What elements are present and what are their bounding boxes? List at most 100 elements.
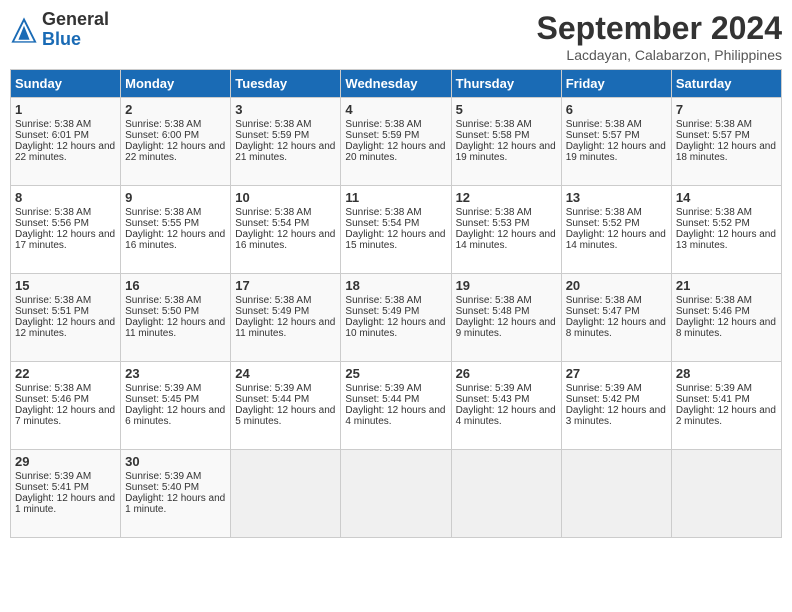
page-header: General Blue September 2024 Lacdayan, Ca… <box>10 10 782 63</box>
daylight-text: Daylight: 12 hours and 3 minutes. <box>566 405 666 427</box>
day-number: 4 <box>345 102 446 117</box>
daylight-text: Daylight: 12 hours and 22 minutes. <box>15 141 115 163</box>
day-number: 26 <box>456 366 557 381</box>
calendar-table: SundayMondayTuesdayWednesdayThursdayFrid… <box>10 69 782 538</box>
calendar-cell: 16Sunrise: 5:38 AMSunset: 5:50 PMDayligh… <box>121 274 231 362</box>
daylight-text: Daylight: 12 hours and 11 minutes. <box>235 317 335 339</box>
day-number: 16 <box>125 278 226 293</box>
sunset-text: Sunset: 5:54 PM <box>235 218 309 229</box>
day-number: 7 <box>676 102 777 117</box>
day-number: 10 <box>235 190 336 205</box>
sunrise-text: Sunrise: 5:39 AM <box>345 383 421 394</box>
daylight-text: Daylight: 12 hours and 1 minute. <box>125 493 225 515</box>
daylight-text: Daylight: 12 hours and 15 minutes. <box>345 229 445 251</box>
day-number: 19 <box>456 278 557 293</box>
calendar-cell: 5Sunrise: 5:38 AMSunset: 5:58 PMDaylight… <box>451 98 561 186</box>
col-header-monday: Monday <box>121 70 231 98</box>
calendar-cell: 20Sunrise: 5:38 AMSunset: 5:47 PMDayligh… <box>561 274 671 362</box>
calendar-cell: 19Sunrise: 5:38 AMSunset: 5:48 PMDayligh… <box>451 274 561 362</box>
sunrise-text: Sunrise: 5:38 AM <box>15 295 91 306</box>
week-row-3: 15Sunrise: 5:38 AMSunset: 5:51 PMDayligh… <box>11 274 782 362</box>
daylight-text: Daylight: 12 hours and 16 minutes. <box>235 229 335 251</box>
calendar-cell <box>451 450 561 538</box>
day-number: 5 <box>456 102 557 117</box>
sunset-text: Sunset: 5:49 PM <box>235 306 309 317</box>
calendar-cell: 11Sunrise: 5:38 AMSunset: 5:54 PMDayligh… <box>341 186 451 274</box>
day-number: 25 <box>345 366 446 381</box>
month-title: September 2024 <box>537 10 782 47</box>
day-number: 13 <box>566 190 667 205</box>
day-number: 3 <box>235 102 336 117</box>
sunrise-text: Sunrise: 5:38 AM <box>15 207 91 218</box>
daylight-text: Daylight: 12 hours and 14 minutes. <box>566 229 666 251</box>
calendar-cell: 17Sunrise: 5:38 AMSunset: 5:49 PMDayligh… <box>231 274 341 362</box>
calendar-cell: 21Sunrise: 5:38 AMSunset: 5:46 PMDayligh… <box>671 274 781 362</box>
sunset-text: Sunset: 5:40 PM <box>125 482 199 493</box>
col-header-saturday: Saturday <box>671 70 781 98</box>
sunset-text: Sunset: 6:01 PM <box>15 130 89 141</box>
calendar-cell: 8Sunrise: 5:38 AMSunset: 5:56 PMDaylight… <box>11 186 121 274</box>
calendar-cell: 7Sunrise: 5:38 AMSunset: 5:57 PMDaylight… <box>671 98 781 186</box>
sunrise-text: Sunrise: 5:39 AM <box>235 383 311 394</box>
calendar-cell: 18Sunrise: 5:38 AMSunset: 5:49 PMDayligh… <box>341 274 451 362</box>
sunset-text: Sunset: 5:52 PM <box>566 218 640 229</box>
sunrise-text: Sunrise: 5:38 AM <box>15 119 91 130</box>
sunrise-text: Sunrise: 5:38 AM <box>235 295 311 306</box>
sunrise-text: Sunrise: 5:38 AM <box>676 207 752 218</box>
daylight-text: Daylight: 12 hours and 7 minutes. <box>15 405 115 427</box>
sunrise-text: Sunrise: 5:38 AM <box>235 119 311 130</box>
sunset-text: Sunset: 5:49 PM <box>345 306 419 317</box>
sunset-text: Sunset: 5:50 PM <box>125 306 199 317</box>
sunrise-text: Sunrise: 5:38 AM <box>15 383 91 394</box>
sunset-text: Sunset: 6:00 PM <box>125 130 199 141</box>
logo-icon <box>10 16 38 44</box>
day-number: 6 <box>566 102 667 117</box>
calendar-cell: 12Sunrise: 5:38 AMSunset: 5:53 PMDayligh… <box>451 186 561 274</box>
day-number: 9 <box>125 190 226 205</box>
day-number: 24 <box>235 366 336 381</box>
day-number: 14 <box>676 190 777 205</box>
sunset-text: Sunset: 5:59 PM <box>235 130 309 141</box>
calendar-header: SundayMondayTuesdayWednesdayThursdayFrid… <box>11 70 782 98</box>
week-row-4: 22Sunrise: 5:38 AMSunset: 5:46 PMDayligh… <box>11 362 782 450</box>
sunrise-text: Sunrise: 5:39 AM <box>15 471 91 482</box>
daylight-text: Daylight: 12 hours and 8 minutes. <box>566 317 666 339</box>
sunset-text: Sunset: 5:48 PM <box>456 306 530 317</box>
logo-line2: Blue <box>42 30 109 50</box>
sunset-text: Sunset: 5:55 PM <box>125 218 199 229</box>
sunrise-text: Sunrise: 5:38 AM <box>125 207 201 218</box>
sunrise-text: Sunrise: 5:38 AM <box>235 207 311 218</box>
sunrise-text: Sunrise: 5:38 AM <box>456 207 532 218</box>
sunset-text: Sunset: 5:56 PM <box>15 218 89 229</box>
day-number: 21 <box>676 278 777 293</box>
col-header-wednesday: Wednesday <box>341 70 451 98</box>
day-number: 18 <box>345 278 446 293</box>
week-row-2: 8Sunrise: 5:38 AMSunset: 5:56 PMDaylight… <box>11 186 782 274</box>
calendar-cell: 4Sunrise: 5:38 AMSunset: 5:59 PMDaylight… <box>341 98 451 186</box>
calendar-cell: 25Sunrise: 5:39 AMSunset: 5:44 PMDayligh… <box>341 362 451 450</box>
daylight-text: Daylight: 12 hours and 12 minutes. <box>15 317 115 339</box>
day-number: 8 <box>15 190 116 205</box>
daylight-text: Daylight: 12 hours and 4 minutes. <box>345 405 445 427</box>
calendar-cell: 2Sunrise: 5:38 AMSunset: 6:00 PMDaylight… <box>121 98 231 186</box>
logo-line1: General <box>42 10 109 30</box>
day-number: 22 <box>15 366 116 381</box>
calendar-cell: 28Sunrise: 5:39 AMSunset: 5:41 PMDayligh… <box>671 362 781 450</box>
sunset-text: Sunset: 5:58 PM <box>456 130 530 141</box>
sunset-text: Sunset: 5:46 PM <box>676 306 750 317</box>
sunset-text: Sunset: 5:45 PM <box>125 394 199 405</box>
daylight-text: Daylight: 12 hours and 18 minutes. <box>676 141 776 163</box>
sunset-text: Sunset: 5:42 PM <box>566 394 640 405</box>
daylight-text: Daylight: 12 hours and 4 minutes. <box>456 405 556 427</box>
daylight-text: Daylight: 12 hours and 16 minutes. <box>125 229 225 251</box>
calendar-cell: 10 Sunrise: 5:38 AMSunset: 5:54 PMDayligh… <box>231 186 341 274</box>
day-number: 15 <box>15 278 116 293</box>
calendar-cell: 1Sunrise: 5:38 AMSunset: 6:01 PMDaylight… <box>11 98 121 186</box>
calendar-cell: 3Sunrise: 5:38 AMSunset: 5:59 PMDaylight… <box>231 98 341 186</box>
sunset-text: Sunset: 5:41 PM <box>676 394 750 405</box>
col-header-tuesday: Tuesday <box>231 70 341 98</box>
sunrise-text: Sunrise: 5:39 AM <box>566 383 642 394</box>
sunset-text: Sunset: 5:52 PM <box>676 218 750 229</box>
sunrise-text: Sunrise: 5:38 AM <box>456 119 532 130</box>
sunrise-text: Sunrise: 5:38 AM <box>125 295 201 306</box>
